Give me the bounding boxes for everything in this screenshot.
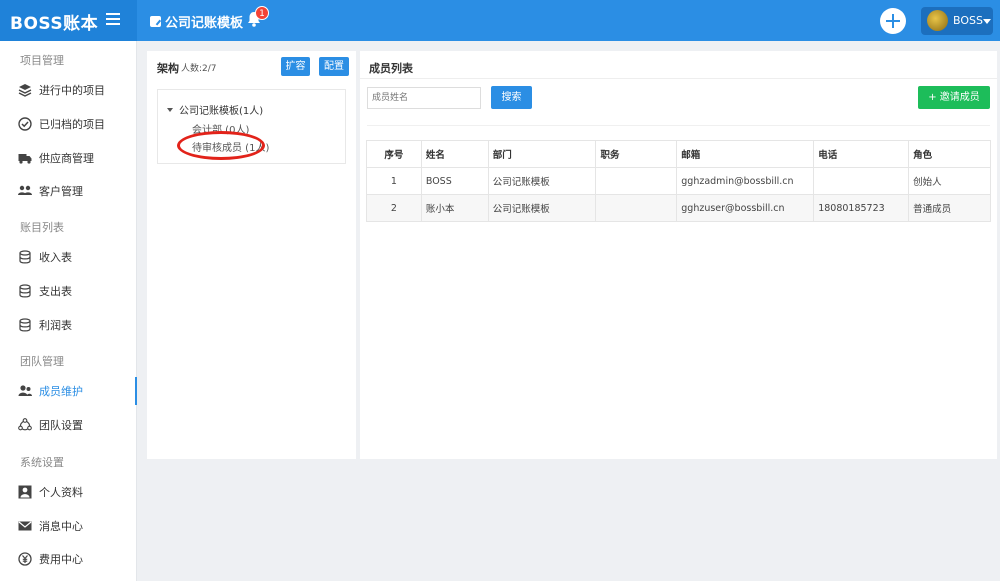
cell-name: BOSS [420,167,489,195]
cell-email: gghzuser@bossbill.cn [676,194,815,222]
cell-position [595,194,678,222]
caret-down-icon[interactable] [167,107,173,112]
user-name: BOSS [953,14,983,27]
database-icon [19,284,31,298]
avatar [927,10,948,31]
sidebar-item-archived-projects[interactable]: 已归档的项目 [0,110,137,138]
table-row[interactable]: 2 账小本 公司记账模板 gghzuser@bossbill.cn 180801… [366,194,991,222]
member-list-title: 成员列表 [369,62,413,75]
sidebar-item-income[interactable]: 收入表 [0,243,137,271]
column-header: 职务 [595,140,678,168]
sidebar-item-active-projects[interactable]: 进行中的项目 [0,76,137,104]
user-menu[interactable]: BOSS [921,7,993,35]
org-panel: 架构 人数:2/7 扩容 配置 公司记账模板(1人) 会计部 (0人) 待审核成… [147,51,356,459]
table-row[interactable]: 1 BOSS 公司记账模板 gghzadmin@bossbill.cn 创始人 [366,167,991,195]
template-switcher[interactable]: 公司记账模板 [150,12,243,31]
check-circle-icon [18,117,32,131]
sidebar-item-label: 成员维护 [39,385,83,398]
sidebar-item-label: 消息中心 [39,520,83,533]
sidebar-item-label: 供应商管理 [39,152,94,165]
section-title: 项目管理 [20,54,64,67]
users-icon [18,185,32,195]
add-button[interactable] [880,8,906,34]
cell-role: 普通成员 [908,194,991,222]
org-title: 架构 [157,62,179,75]
column-header: 序号 [366,140,422,168]
member-search-input[interactable] [367,87,481,109]
column-header: 姓名 [420,140,489,168]
cell-position [595,167,678,195]
sidebar-item-label: 进行中的项目 [39,84,105,97]
truck-icon [18,154,32,164]
profile-icon [18,485,32,499]
edit-icon [150,16,161,27]
sidebar-item-label: 客户管理 [39,185,83,198]
sidebar-item-label: 个人资料 [39,486,83,499]
cell-name: 账小本 [420,194,489,222]
cell-role: 创始人 [908,167,991,195]
tree-node-label: 公司记账模板(1人) [179,106,264,117]
brand-name: BOSS账本 [10,14,99,34]
sidebar-item-label: 支出表 [39,285,72,298]
section-title: 账目列表 [20,221,64,234]
cell-phone: 18080185723 [813,194,910,222]
cell-index: 2 [366,194,422,222]
sidebar-item-label: 利润表 [39,319,72,332]
tree-node-root[interactable]: 公司记账模板(1人) [167,102,263,117]
team-settings-icon [18,418,32,431]
template-name: 公司记账模板 [165,16,244,31]
cell-index: 1 [366,167,422,195]
expand-button[interactable]: 扩容 [281,57,310,76]
divider [360,78,997,79]
database-icon [19,318,31,332]
envelope-icon [18,521,32,531]
member-panel: 成员列表 搜索 + 邀请成员 序号 姓名 部门 职务 邮箱 电话 角色 1 BO… [360,51,997,459]
config-button[interactable]: 配置 [319,57,349,76]
layers-icon [18,84,32,97]
caret-down-icon [983,19,991,24]
sidebar-item-members[interactable]: 成员维护 [0,377,137,405]
sidebar-item-messages[interactable]: 消息中心 [0,512,137,540]
member-count: 人数:2/7 [181,64,217,74]
column-header: 部门 [487,140,597,168]
sidebar-item-label: 收入表 [39,251,72,264]
cell-department: 公司记账模板 [487,194,597,222]
sidebar-item-label: 费用中心 [39,553,83,566]
hamburger-menu-icon[interactable] [106,13,120,25]
sidebar-item-customers[interactable]: 客户管理 [0,177,137,205]
column-header: 电话 [813,140,910,168]
highlight-ellipse [177,131,265,160]
fee-icon [18,552,32,566]
search-button[interactable]: 搜索 [491,86,532,109]
sidebar-item-label: 团队设置 [39,419,83,432]
sidebar-item-team-settings[interactable]: 团队设置 [0,411,137,439]
column-header: 角色 [908,140,991,168]
sidebar-item-profile[interactable]: 个人资料 [0,478,137,506]
divider [367,125,990,126]
logo[interactable]: BOSS账本 [0,0,137,41]
table-header-row: 序号 姓名 部门 职务 邮箱 电话 角色 [366,140,991,168]
sidebar-item-billing[interactable]: 费用中心 [0,545,137,573]
cell-phone [813,167,910,195]
notification-badge: 1 [255,6,269,20]
section-title: 系统设置 [20,456,64,469]
column-header: 邮箱 [676,140,815,168]
database-icon [19,250,31,264]
cell-email: gghzadmin@bossbill.cn [676,167,815,195]
sidebar-item-profit[interactable]: 利润表 [0,311,137,339]
invite-member-button[interactable]: + 邀请成员 [918,86,990,109]
sidebar-item-label: 已归档的项目 [39,118,105,131]
cell-department: 公司记账模板 [487,167,597,195]
sidebar-item-suppliers[interactable]: 供应商管理 [0,144,137,172]
member-table: 序号 姓名 部门 职务 邮箱 电话 角色 1 BOSS 公司记账模板 gghza… [366,140,991,222]
sidebar: 项目管理 进行中的项目 已归档的项目 供应商管理 客户管理 账目列表 收入表 支… [0,41,137,581]
sidebar-item-expense[interactable]: 支出表 [0,277,137,305]
user-group-icon [18,385,32,396]
section-title: 团队管理 [20,355,64,368]
